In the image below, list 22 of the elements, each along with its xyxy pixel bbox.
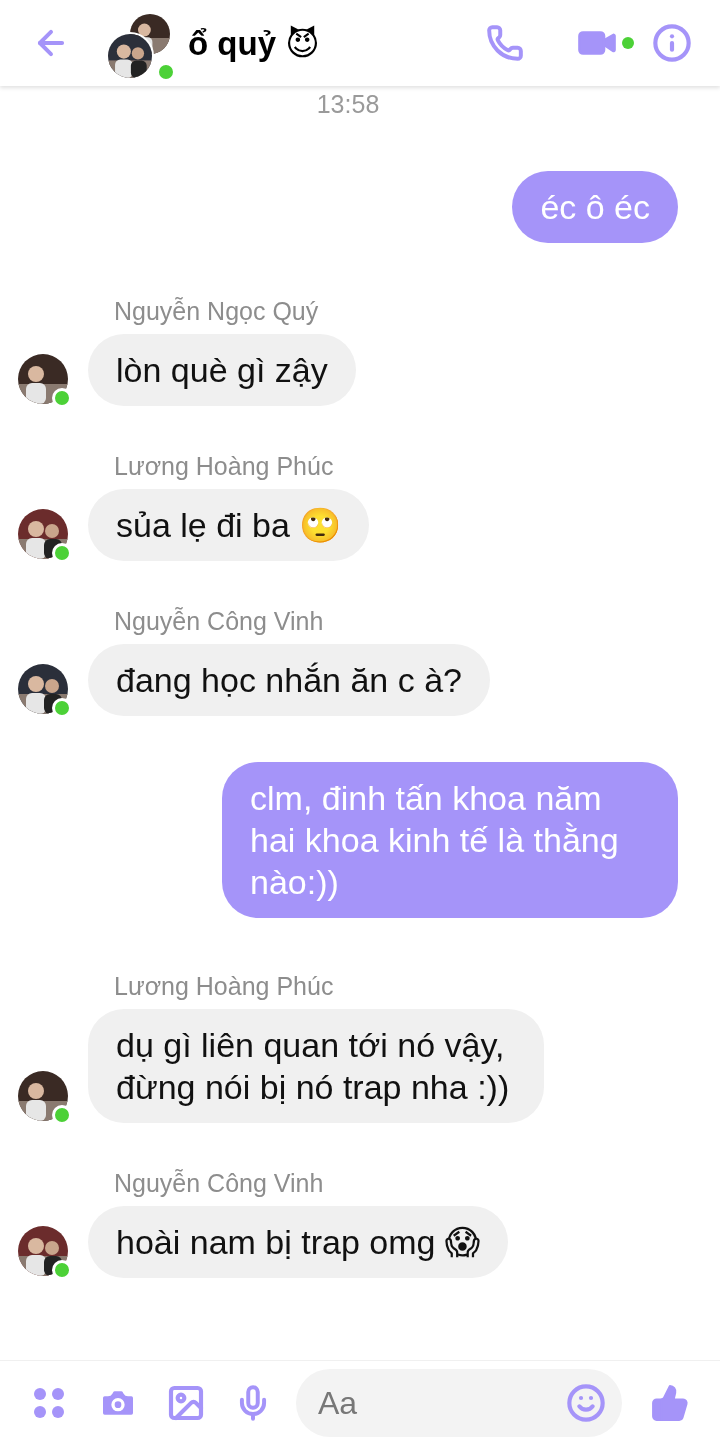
sender-name: Lương Hoàng Phúc: [114, 452, 334, 481]
apps-icon[interactable]: [32, 1386, 66, 1420]
active-dot: [622, 37, 634, 49]
smiley-icon[interactable]: [566, 1383, 606, 1423]
received-message: đang học nhắn ăn c à?: [88, 644, 490, 716]
received-message: sủa lẹ đi ba 🙄: [88, 489, 370, 561]
received-message: lòn què gì zậy: [88, 334, 356, 406]
sender-name: Nguyễn Công Vinh: [114, 1169, 324, 1198]
sender-name: Nguyễn Ngọc Quý: [114, 297, 319, 326]
thumbs-up-icon[interactable]: [650, 1383, 690, 1423]
conversation-title: ổ quỷ 😈: [188, 23, 321, 63]
received-message: dụ gì liên quan tới nó vậy, đừng nói bị nó trap nha :)): [88, 1009, 544, 1123]
message-input[interactable]: Aa: [296, 1369, 622, 1437]
timestamp: 13:58: [316, 90, 380, 119]
image-icon[interactable]: [166, 1383, 206, 1423]
sent-message: clm, đinh tấn khoa năm hai khoa kinh tế là thằng nào:)): [222, 762, 678, 918]
sender-name: Nguyễn Công Vinh: [114, 607, 324, 636]
sent-message: éc ô éc: [512, 171, 678, 243]
info-icon[interactable]: [652, 23, 692, 63]
received-message: hoài nam bị trap omg 😱: [88, 1206, 509, 1278]
sender-name: Lương Hoàng Phúc: [114, 972, 334, 1001]
phone-icon[interactable]: [486, 24, 524, 62]
